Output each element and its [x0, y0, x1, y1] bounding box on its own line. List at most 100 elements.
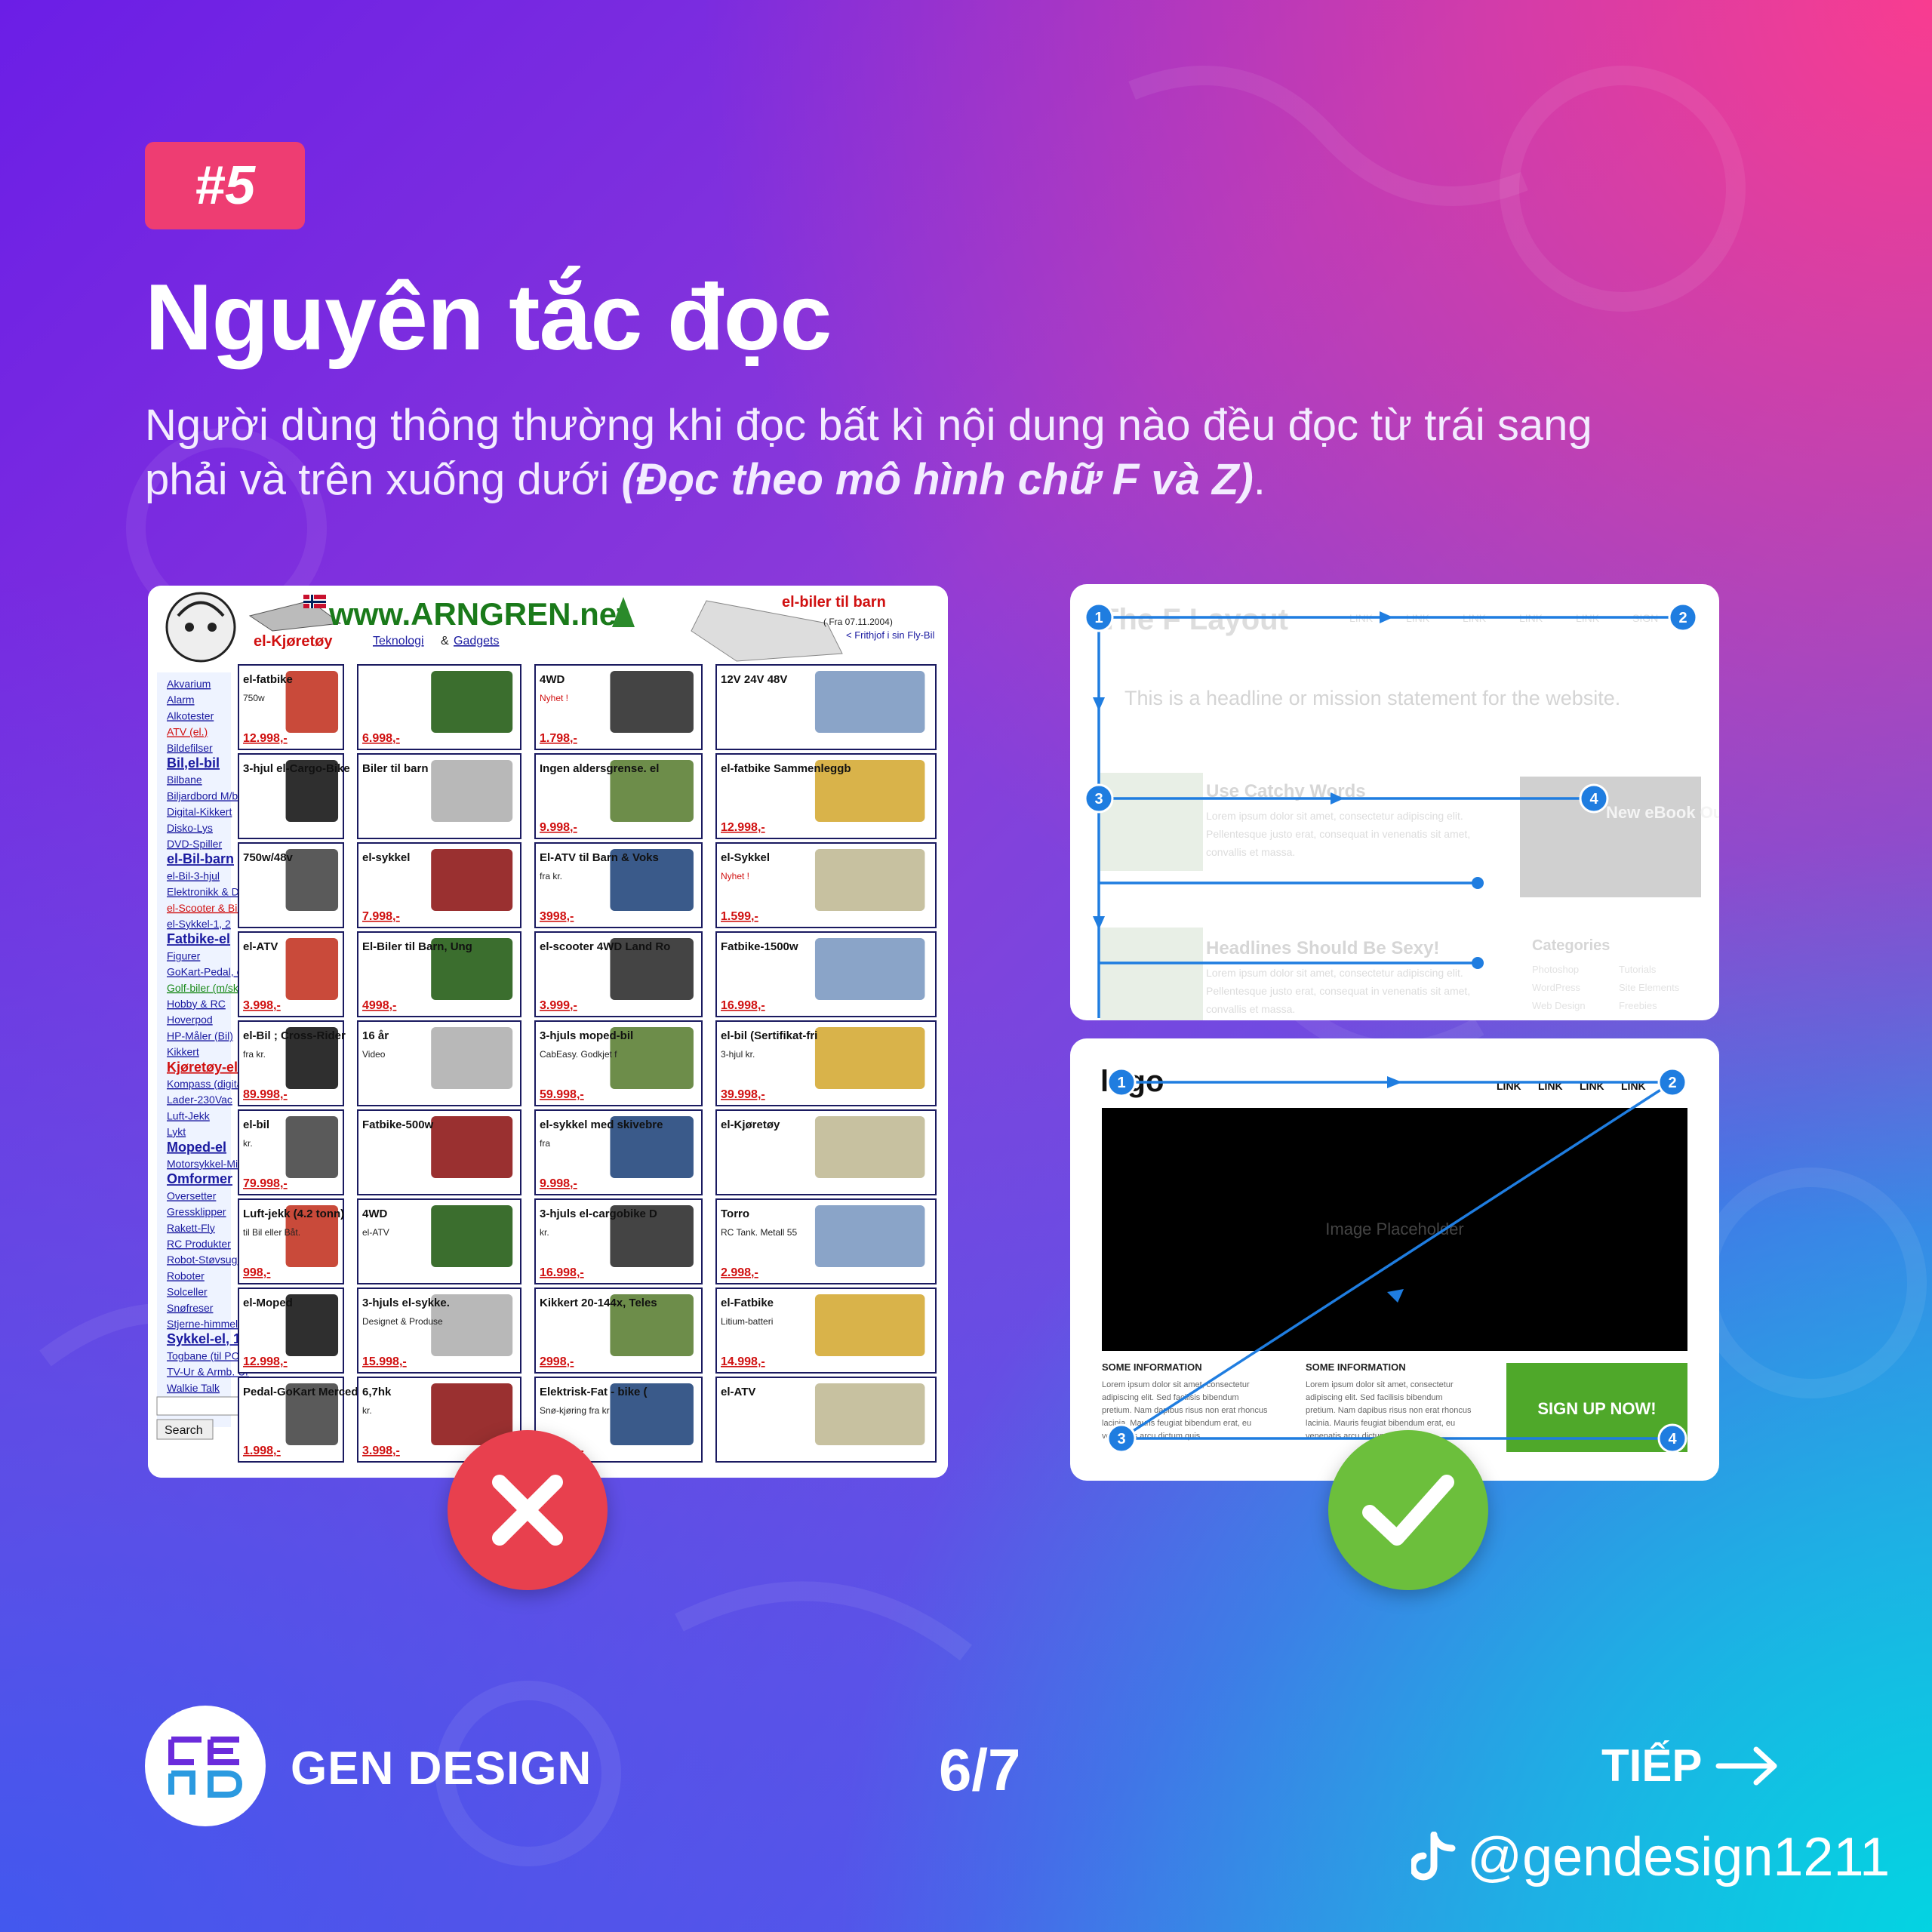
sidebar-link[interactable]: Lader-230Vac: [167, 1094, 232, 1106]
sidebar-link[interactable]: Bilbane: [167, 774, 202, 786]
sidebar-link[interactable]: Oversetter: [167, 1189, 217, 1201]
sidebar-link[interactable]: Kompass (digital): [167, 1078, 248, 1090]
sidebar-link[interactable]: Robot-Støvsuger: [167, 1254, 247, 1266]
product-tile[interactable]: el-bil kr. 79.998,-: [238, 1109, 344, 1195]
product-tile[interactable]: El-Biler til Barn, Ung 4998,-: [357, 931, 521, 1017]
product-tile[interactable]: 3-hjuls el-sykke. Designet & Produse 15.99…: [357, 1287, 521, 1374]
product-tile[interactable]: Biler til barn: [357, 753, 521, 839]
sidebar-link[interactable]: Omformer: [167, 1171, 232, 1186]
product-tile[interactable]: Luft-jekk (4.2 tonn) til Bil eller Båt. 99…: [238, 1198, 344, 1284]
sidebar-link[interactable]: Fatbike-el: [167, 931, 230, 946]
product-tile[interactable]: 6.998,-: [357, 664, 521, 750]
sidebar-link[interactable]: Walkie Talk: [167, 1382, 220, 1394]
product-tile[interactable]: el-ATV: [715, 1377, 937, 1463]
product-detail: kr.: [243, 1138, 253, 1149]
sidebar-link[interactable]: Kikkert: [167, 1046, 199, 1058]
product-tile[interactable]: el-fatbike 750w 12.998,-: [238, 664, 344, 750]
product-tile[interactable]: 12V 24V 48V: [715, 664, 937, 750]
product-tile[interactable]: el-fatbike Sammenleggb 12.998,-: [715, 753, 937, 839]
next-button[interactable]: TIẾP: [1601, 1740, 1780, 1792]
sidebar-link[interactable]: TV-Ur & Armb. Ur: [167, 1366, 249, 1378]
sidebar-link[interactable]: GoKart-Pedal, el: [167, 966, 245, 978]
sidebar-link[interactable]: Hoverpod: [167, 1014, 213, 1026]
sidebar-link[interactable]: el-Bil-3-hjul: [167, 869, 220, 881]
product-tile[interactable]: 3-hjuls moped-bil CabEasy. Godkjet f 59.99…: [534, 1020, 703, 1106]
product-tile[interactable]: el-sykkel 7.998,-: [357, 842, 521, 928]
sidebar-link[interactable]: Lykt: [167, 1126, 186, 1138]
page-title: Nguyên tắc đọc: [145, 266, 832, 370]
product-tile[interactable]: Torro RC Tank. Metall 55 2.998,-: [715, 1198, 937, 1284]
product-label: Torro: [721, 1208, 749, 1220]
product-tile[interactable]: 4WD Nyhet ! 1.798,-: [534, 664, 703, 750]
sidebar-link[interactable]: Alkotester: [167, 709, 214, 721]
z-layout-example: logo LINK LINK LINK LINK Image Placehold…: [1070, 1038, 1719, 1481]
product-tile[interactable]: el-sykkel med skivebre fra 9.998,-: [534, 1109, 703, 1195]
product-photo: [431, 1205, 513, 1267]
sidebar-link[interactable]: ATV (el.): [167, 726, 208, 738]
product-tile[interactable]: Fatbike-1500w 16.998,-: [715, 931, 937, 1017]
social-handle[interactable]: @gendesign1211: [1411, 1826, 1890, 1888]
sidebar-link[interactable]: Gressklipper: [167, 1206, 226, 1218]
product-tile[interactable]: 4WD el-ATV: [357, 1198, 521, 1284]
product-tile[interactable]: 16 år Video: [357, 1020, 521, 1106]
sidebar-link[interactable]: Motorsykkel-Mini: [167, 1158, 246, 1170]
product-tile[interactable]: Fatbike-500w: [357, 1109, 521, 1195]
sidebar-link[interactable]: Disko-Lys: [167, 822, 213, 834]
product-price: 12.998,-: [243, 1355, 288, 1368]
category-link[interactable]: Web Design: [1532, 1000, 1586, 1011]
product-price: 2998,-: [540, 1355, 574, 1368]
sidebar-link[interactable]: Digital-Kikkert: [167, 806, 232, 818]
product-tile[interactable]: el-Kjøretøy: [715, 1109, 937, 1195]
sidebar-link[interactable]: Hobby & RC: [167, 998, 226, 1010]
sidebar-link[interactable]: Biljardbord M/bor: [167, 789, 248, 801]
bad-example-screenshot: www.ARNGREN.net el-biler til barn ( Fra …: [148, 586, 948, 1478]
sidebar-link[interactable]: Togbane (til PC): [167, 1349, 242, 1361]
product-tile[interactable]: el-Fatbike Litium-batteri 14.998,-: [715, 1287, 937, 1374]
category-link[interactable]: Site Elements: [1619, 982, 1680, 993]
product-tile[interactable]: el-scooter 4WD Land Ro 3.999,-: [534, 931, 703, 1017]
category-link[interactable]: Photoshop: [1532, 964, 1579, 975]
category-link[interactable]: WordPress: [1532, 982, 1581, 993]
sidebar-link[interactable]: DVD-Spiller: [167, 838, 222, 850]
sidebar-link[interactable]: el-Bil-barn: [167, 851, 234, 866]
sidebar-link[interactable]: Solceller: [167, 1286, 208, 1298]
category-link[interactable]: Tutorials: [1619, 964, 1657, 975]
product-tile[interactable]: 3-hjuls el-cargobike D kr. 16.998,-: [534, 1198, 703, 1284]
product-tile[interactable]: el-bil (Sertifikat-fri 3-hjul kr. 39.998,-: [715, 1020, 937, 1106]
product-detail: Nyhet !: [721, 871, 749, 881]
product-tile[interactable]: Ingen aldersgrense. el 9.998,-: [534, 753, 703, 839]
sidebar-link[interactable]: Golf-biler (m/skilt): [167, 982, 250, 994]
f-layout-title: The F Layout: [1100, 603, 1288, 636]
sidebar-link[interactable]: Roboter: [167, 1269, 205, 1281]
product-tile[interactable]: 3-hjul el-Cargo-Bike: [238, 753, 350, 839]
sidebar-link[interactable]: Rakett-Fly: [167, 1222, 215, 1234]
f-ebook-banner[interactable]: [1520, 777, 1701, 897]
sidebar-link[interactable]: Moped-el: [167, 1140, 226, 1155]
product-label: el-bil: [243, 1118, 269, 1131]
category-link[interactable]: Freebies: [1619, 1000, 1657, 1011]
sidebar-link[interactable]: Akvarium: [167, 678, 211, 690]
sidebar-link[interactable]: Bildefilser: [167, 742, 213, 754]
sidebar-link[interactable]: el-Sykkel-1, 2: [167, 918, 231, 930]
product-detail: 750w: [243, 693, 265, 703]
sidebar-link[interactable]: Figurer: [167, 949, 201, 961]
top-right-note: ( Fra 07.11.2004): [823, 617, 893, 627]
sidebar-link[interactable]: Luft-Jekk: [167, 1109, 211, 1121]
sidebar-link[interactable]: Kjøretøy-el: [167, 1060, 238, 1075]
sidebar-link[interactable]: el-Scooter & Bil: [167, 902, 239, 914]
sidebar-link[interactable]: HP-Måler (Bil): [167, 1029, 233, 1041]
sidebar-link[interactable]: RC Produkter: [167, 1238, 231, 1250]
sidebar-link[interactable]: Alarm: [167, 694, 195, 706]
product-tile[interactable]: el-ATV 3.998,-: [238, 931, 344, 1017]
product-tile[interactable]: El-ATV til Barn & Voks fra kr. 3998,-: [534, 842, 703, 928]
product-tile[interactable]: Kikkert 20-144x, Teles 2998,-: [534, 1287, 703, 1374]
z-info-title-1: SOME INFORMATION: [1102, 1361, 1202, 1373]
product-tile[interactable]: el-Bil ; Cross-Rider fra kr. 89.998,-: [238, 1020, 346, 1106]
sidebar-link[interactable]: Bil,el-bil: [167, 755, 220, 771]
sidebar-link[interactable]: Snøfreser: [167, 1302, 214, 1314]
product-tile[interactable]: el-Moped 12.998,-: [238, 1287, 344, 1374]
sidebar-link[interactable]: Stjerne-himmel: [167, 1318, 238, 1330]
product-tile[interactable]: el-Sykkel Nyhet ! 1.599,-: [715, 842, 937, 928]
product-tile[interactable]: 750w/48v: [238, 842, 344, 928]
lorem-line: Lorem ipsum dolor sit amet, consectetur …: [1206, 810, 1463, 822]
